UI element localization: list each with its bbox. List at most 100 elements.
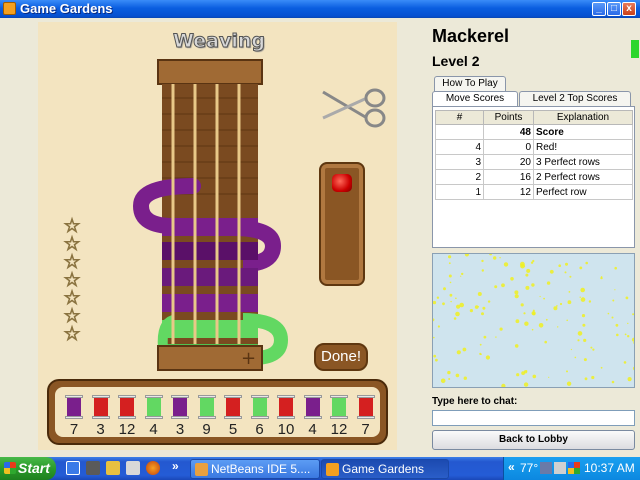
col-header-num[interactable]: # bbox=[435, 110, 484, 125]
speckle bbox=[516, 373, 520, 377]
col-header-points[interactable]: Points bbox=[483, 110, 534, 125]
quicklaunch-notepad-icon[interactable] bbox=[126, 461, 140, 475]
speckle bbox=[627, 377, 632, 382]
speckle bbox=[607, 312, 610, 315]
thread-spool[interactable] bbox=[330, 395, 348, 419]
speckle bbox=[631, 337, 634, 342]
thread-spool[interactable] bbox=[144, 395, 163, 419]
scissors-icon[interactable] bbox=[321, 84, 387, 130]
network-icon[interactable] bbox=[540, 462, 552, 474]
window-title: Game Gardens bbox=[20, 1, 113, 16]
row-points: 0 bbox=[483, 139, 534, 155]
speckle bbox=[592, 348, 595, 351]
taskbar-item-label: Game Gardens bbox=[342, 462, 425, 476]
speckle bbox=[520, 303, 524, 307]
speckle bbox=[524, 321, 529, 326]
spool-count: 3 bbox=[175, 421, 185, 438]
taskbar-item-game-gardens[interactable]: Game Gardens bbox=[321, 459, 449, 479]
thread-spool[interactable] bbox=[171, 395, 189, 419]
title-bar[interactable]: Game Gardens _ □ x bbox=[0, 0, 640, 18]
chat-history-area[interactable] bbox=[432, 253, 635, 388]
speckle bbox=[442, 302, 445, 306]
clock[interactable]: 10:37 AM bbox=[584, 461, 635, 475]
quicklaunch-editor-icon[interactable] bbox=[106, 461, 120, 475]
minimize-button[interactable]: _ bbox=[592, 2, 606, 16]
table-row[interactable]: 3 20 3 Perfect rows bbox=[435, 154, 633, 170]
speckle bbox=[549, 269, 554, 274]
spool-cap bbox=[250, 416, 269, 419]
speckle bbox=[515, 319, 520, 324]
speckle bbox=[579, 296, 581, 298]
speckle bbox=[532, 374, 537, 379]
speckle bbox=[548, 376, 550, 378]
lever-knob-red[interactable] bbox=[332, 174, 352, 192]
app-window: Game Gardens _ □ x Weaving + ☆ ☆ ☆ ☆ ☆ ☆… bbox=[0, 0, 640, 480]
thread-spool[interactable] bbox=[65, 395, 83, 419]
firefox-icon[interactable] bbox=[146, 461, 160, 475]
row-points: 20 bbox=[483, 154, 534, 170]
weather-temperature[interactable]: 77° bbox=[520, 461, 538, 475]
speckle bbox=[525, 273, 529, 277]
chat-input[interactable] bbox=[432, 410, 635, 426]
windows-flag-tray-icon[interactable] bbox=[568, 462, 580, 474]
speckle bbox=[487, 300, 491, 303]
thread-spool[interactable] bbox=[250, 395, 269, 419]
table-row[interactable]: 4 0 Red! bbox=[435, 139, 633, 155]
show-desktop-icon[interactable] bbox=[66, 461, 80, 475]
speckle bbox=[580, 287, 585, 293]
speckle bbox=[453, 317, 457, 320]
speckle bbox=[565, 262, 568, 266]
taskbar-item-netbeans[interactable]: NetBeans IDE 5.... bbox=[190, 459, 320, 479]
row-num: 4 bbox=[435, 139, 484, 155]
row-explanation: Perfect row bbox=[533, 184, 633, 200]
speckle bbox=[577, 331, 583, 336]
shuttle-lever[interactable] bbox=[319, 162, 365, 286]
tab-how-to-play[interactable]: How To Play bbox=[434, 76, 506, 92]
quicklaunch-app-icon[interactable] bbox=[86, 461, 100, 475]
speckle bbox=[503, 262, 509, 267]
speckle bbox=[433, 354, 437, 358]
tray-expand-chevron-icon[interactable]: « bbox=[508, 460, 515, 474]
spool-cap bbox=[277, 416, 295, 419]
maximize-button[interactable]: □ bbox=[607, 2, 621, 16]
thread-spool[interactable] bbox=[91, 395, 110, 419]
spool-cap bbox=[330, 416, 348, 419]
speckle bbox=[566, 319, 568, 322]
game-gardens-task-icon bbox=[326, 463, 339, 476]
start-button[interactable]: Start bbox=[0, 457, 56, 480]
speckle bbox=[569, 275, 572, 278]
spool-thread bbox=[252, 398, 267, 416]
speckle bbox=[584, 377, 588, 381]
speckle bbox=[482, 306, 486, 310]
loom[interactable]: + bbox=[133, 58, 293, 373]
thread-spool[interactable] bbox=[197, 395, 216, 419]
total-score-row[interactable]: 48 Score bbox=[435, 124, 633, 140]
speckle bbox=[436, 296, 440, 299]
thread-spool[interactable] bbox=[118, 395, 136, 419]
rating-stars: ☆ ☆ ☆ ☆ ☆ ☆ ☆ bbox=[62, 217, 84, 345]
speckle bbox=[624, 333, 627, 336]
quicklaunch-more-chevron-icon[interactable]: » bbox=[172, 459, 179, 473]
speckle bbox=[433, 300, 437, 305]
volume-icon[interactable] bbox=[554, 462, 566, 474]
speckle bbox=[627, 335, 630, 338]
tab-top-scores[interactable]: Level 2 Top Scores bbox=[519, 91, 631, 107]
thread-spool[interactable] bbox=[277, 395, 295, 419]
col-header-explanation[interactable]: Explanation bbox=[533, 110, 633, 125]
speckle bbox=[600, 276, 603, 280]
speckle bbox=[611, 380, 615, 384]
netbeans-icon bbox=[195, 463, 208, 476]
speckle bbox=[566, 370, 568, 373]
table-row[interactable]: 1 12 Perfect row bbox=[435, 184, 633, 200]
speckle bbox=[521, 371, 525, 375]
thread-spool[interactable] bbox=[303, 395, 322, 419]
thread-spool[interactable] bbox=[356, 395, 375, 419]
done-button[interactable]: Done! bbox=[314, 343, 368, 371]
speckle bbox=[539, 295, 541, 298]
back-to-lobby-button[interactable]: Back to Lobby bbox=[432, 430, 635, 450]
tab-move-scores[interactable]: Move Scores bbox=[432, 91, 518, 107]
speckle bbox=[591, 375, 595, 380]
thread-spool[interactable] bbox=[224, 395, 242, 419]
table-row[interactable]: 2 16 2 Perfect rows bbox=[435, 169, 633, 185]
close-button[interactable]: x bbox=[622, 2, 636, 16]
